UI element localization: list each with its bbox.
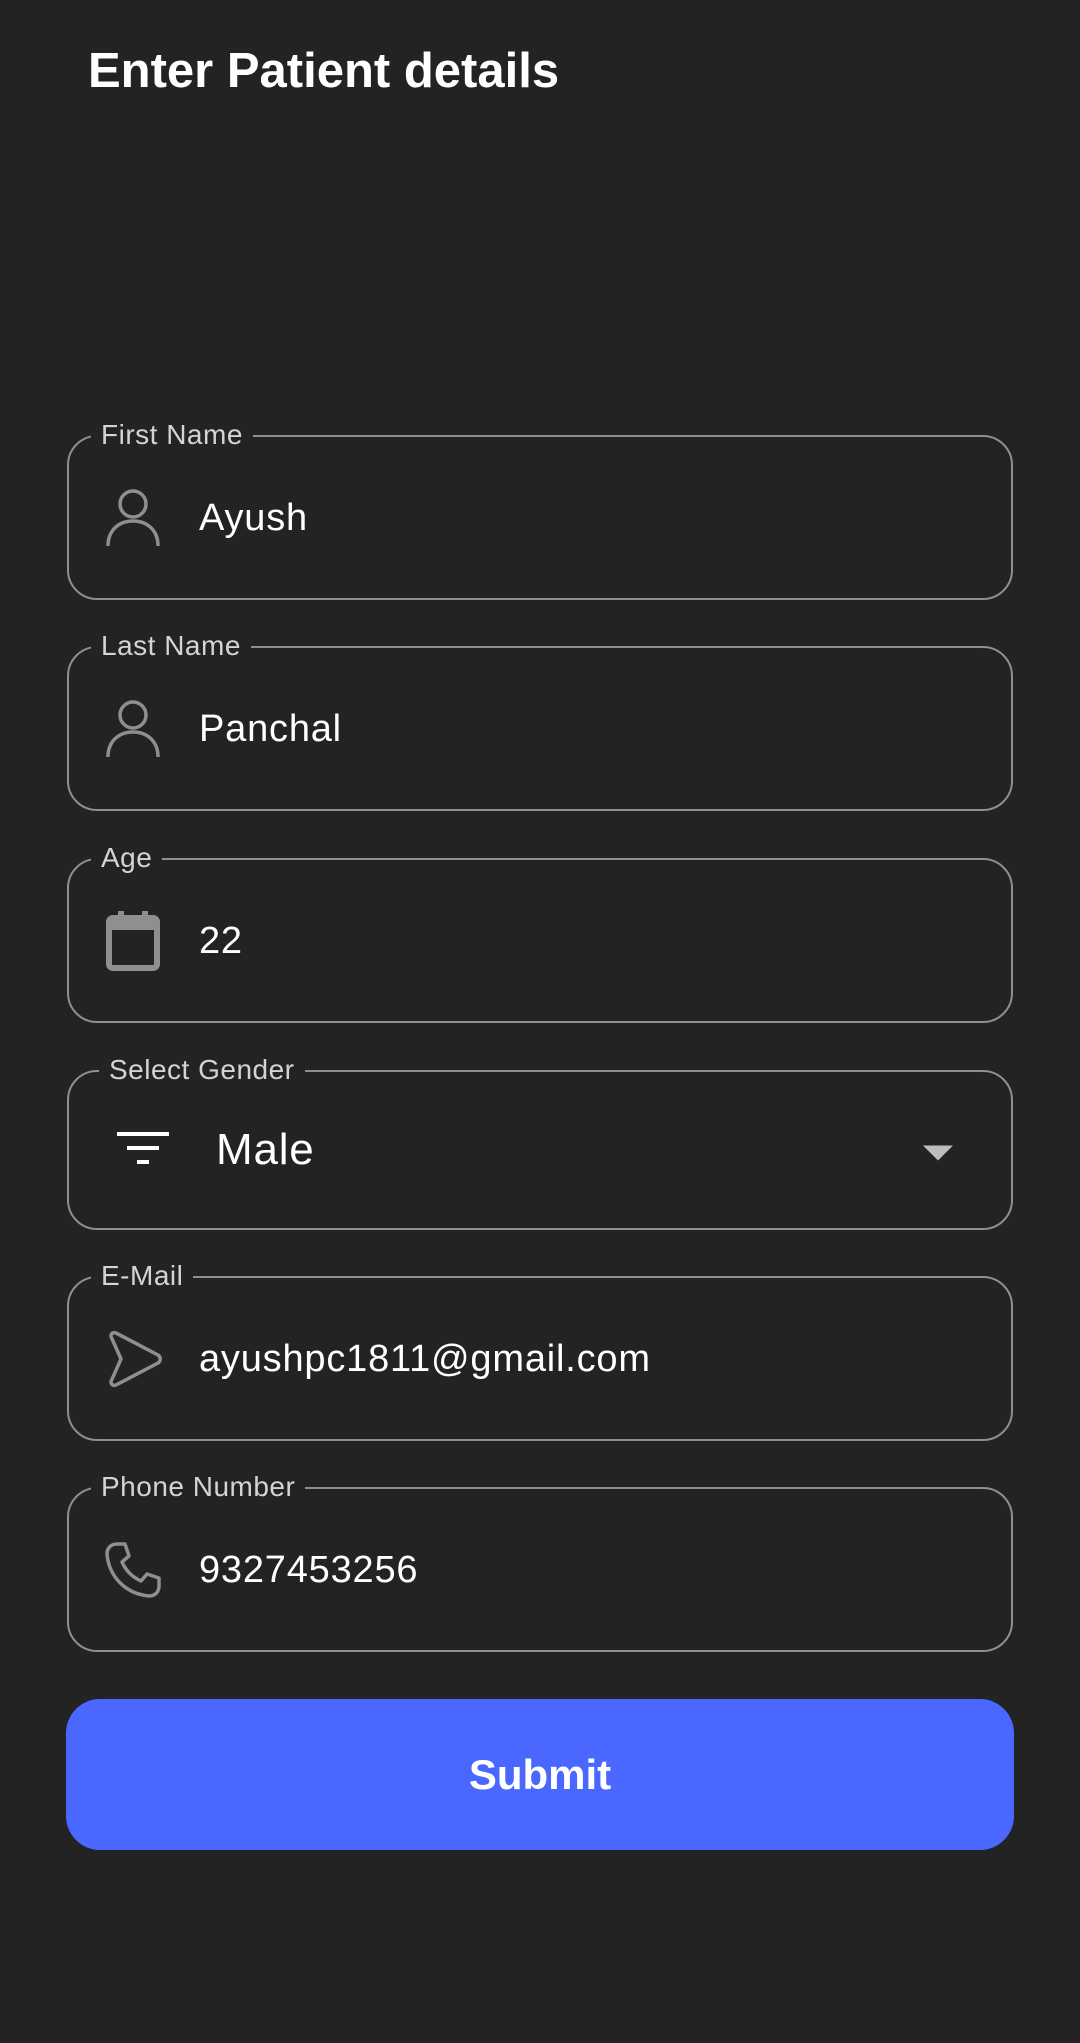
last-name-input[interactable]: Panchal — [199, 705, 342, 753]
email-input[interactable]: ayushpc1811@gmail.com — [199, 1335, 651, 1383]
calendar-icon — [103, 910, 163, 971]
phone-icon — [103, 1540, 163, 1600]
age-label: Age — [91, 840, 163, 876]
chevron-down-icon[interactable] — [923, 1145, 953, 1161]
age-field[interactable]: Age 22 — [67, 840, 1013, 1023]
first-name-input[interactable]: Ayush — [199, 494, 308, 542]
phone-input[interactable]: 9327453256 — [199, 1546, 418, 1594]
person-icon — [103, 488, 163, 548]
gender-label: Select Gender — [99, 1052, 305, 1088]
last-name-label: Last Name — [91, 628, 251, 664]
email-field[interactable]: E-Mail ayushpc1811@gmail.com — [67, 1258, 1013, 1441]
gender-selected-value[interactable]: Male — [216, 1126, 315, 1174]
first-name-field[interactable]: First Name Ayush — [67, 417, 1013, 600]
first-name-label: First Name — [91, 417, 253, 453]
phone-field[interactable]: Phone Number 9327453256 — [67, 1469, 1013, 1652]
phone-label: Phone Number — [91, 1469, 306, 1505]
filter-icon — [113, 1120, 173, 1180]
person-icon — [103, 699, 163, 759]
age-input[interactable]: 22 — [199, 917, 243, 965]
submit-button[interactable]: Submit — [66, 1699, 1014, 1850]
page-title: Enter Patient details — [88, 44, 560, 98]
last-name-field[interactable]: Last Name Panchal — [67, 628, 1013, 811]
gender-dropdown[interactable]: Select Gender Male — [67, 1052, 1013, 1230]
email-label: E-Mail — [91, 1258, 194, 1294]
send-icon — [103, 1329, 163, 1389]
